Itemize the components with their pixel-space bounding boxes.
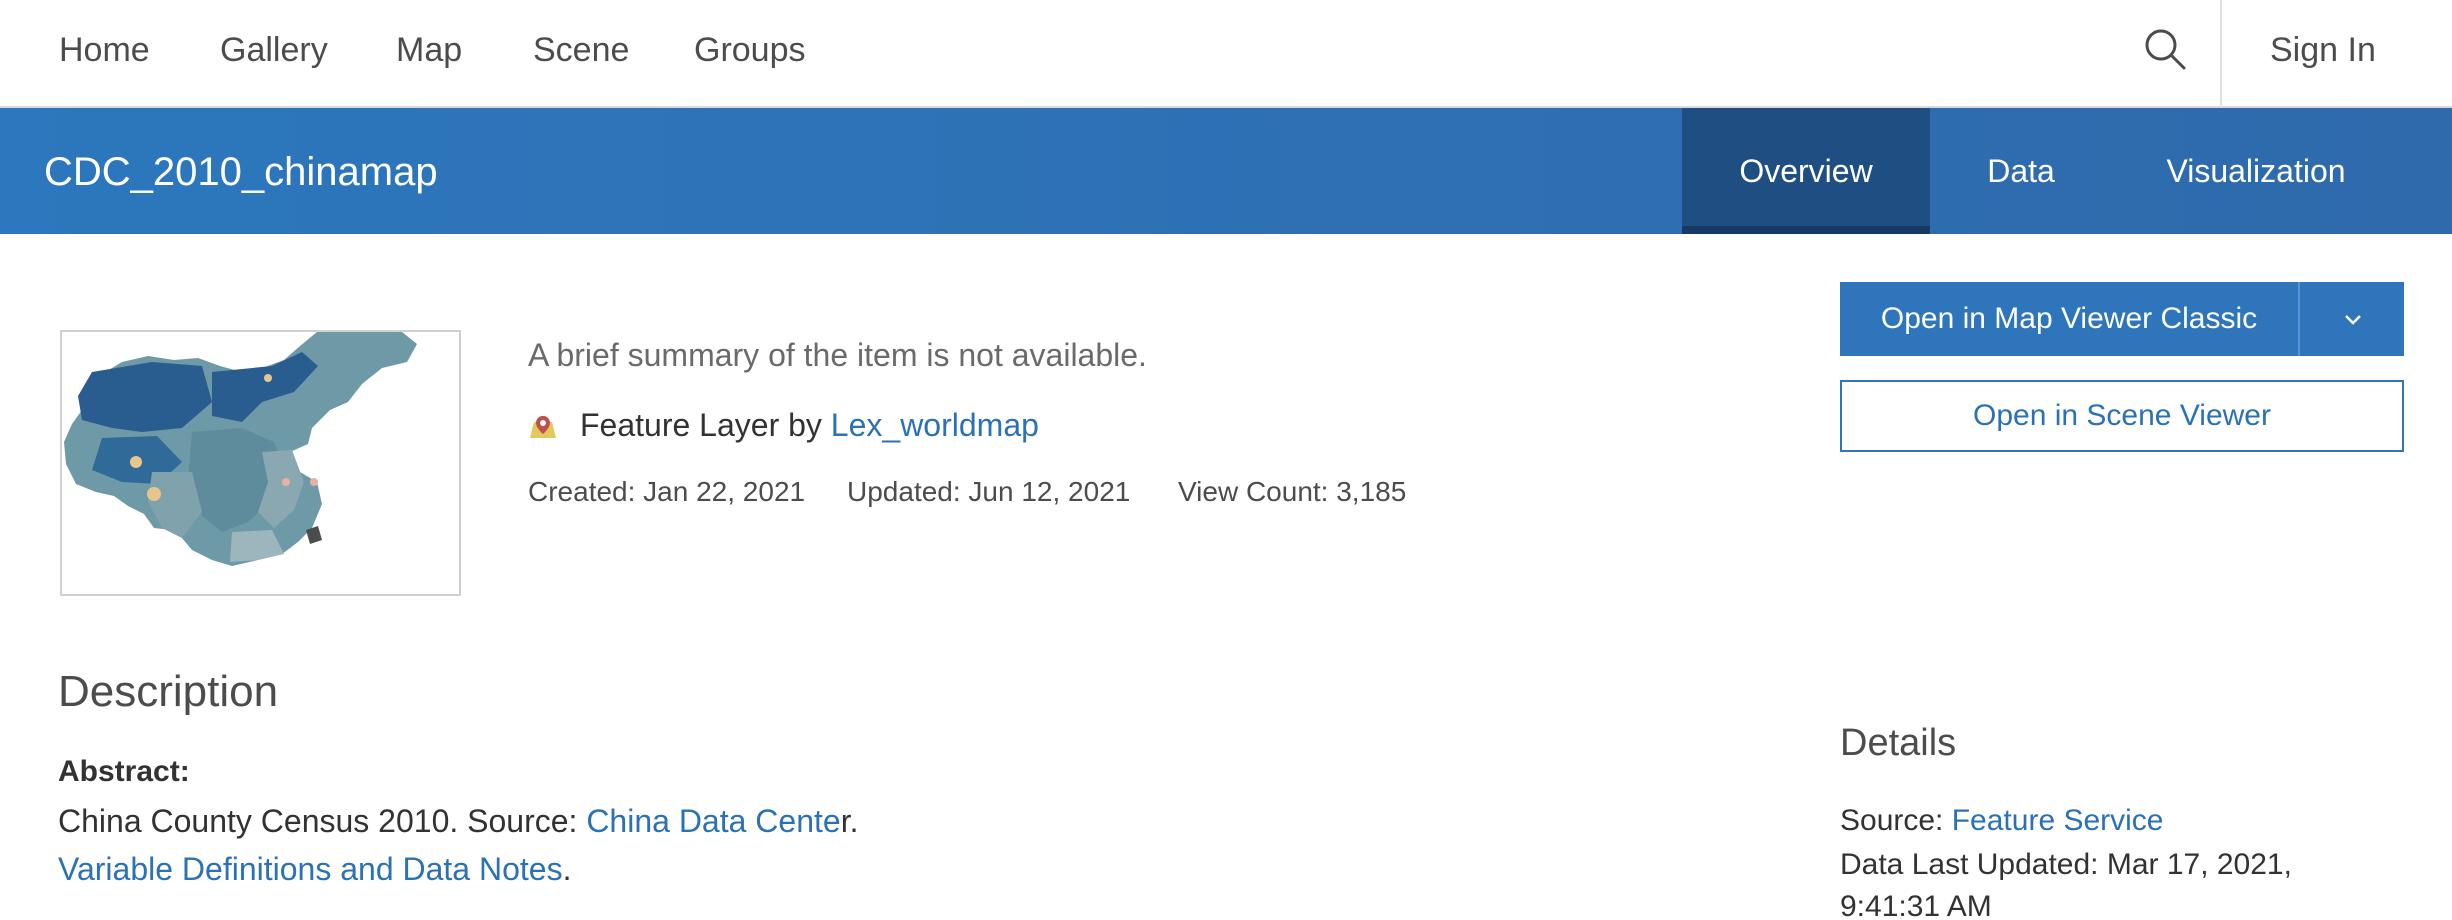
chevron-down-icon: [2345, 315, 2361, 325]
created-date: Created: Jan 22, 2021: [528, 476, 806, 507]
feature-layer-icon: [528, 410, 558, 440]
details-source: Source: Feature Service: [1840, 800, 2164, 842]
owner-link[interactable]: Lex_worldmap: [831, 404, 1039, 446]
data-last-updated: Data Last Updated: Mar 17, 2021, 9:41:31…: [1840, 848, 2292, 920]
abstract-text: China County Census 2010. Source: China …: [58, 800, 858, 842]
details-heading: Details: [1840, 722, 1957, 764]
item-header: CDC_2010_chinamap Overview Data Visualiz…: [0, 108, 2452, 234]
open-scene-viewer-button[interactable]: Open in Scene Viewer: [1840, 380, 2404, 452]
sign-in-link[interactable]: Sign In: [2270, 28, 2376, 72]
variable-definitions-link[interactable]: Variable Definitions and Data Notes: [58, 851, 563, 887]
nav-map[interactable]: Map: [396, 28, 462, 72]
tab-visualization[interactable]: Visualization: [2140, 108, 2372, 234]
abstract-body: China County Census 2010. Source:: [58, 803, 587, 839]
abstract-suffix: r.: [840, 803, 859, 839]
nav-home[interactable]: Home: [59, 28, 150, 72]
item-title: CDC_2010_chinamap: [44, 150, 438, 194]
description-heading: Description: [58, 667, 279, 716]
item-type-line: Feature Layer by Lex_worldmap: [528, 404, 1039, 446]
tab-data[interactable]: Data: [1946, 108, 2096, 234]
nav-groups[interactable]: Groups: [694, 28, 806, 72]
updated-date: Updated: Jun 12, 2021: [847, 476, 1131, 507]
item-type-label: Feature Layer by: [580, 407, 822, 443]
search-icon[interactable]: [2142, 26, 2190, 74]
open-map-viewer-button[interactable]: Open in Map Viewer Classic: [1840, 282, 2298, 356]
variable-definitions-line: Variable Definitions and Data Notes.: [58, 848, 571, 890]
variable-suffix: .: [562, 851, 572, 887]
top-navigation: Home Gallery Map Scene Groups Sign In: [0, 0, 2452, 108]
view-count: View Count: 3,185: [1178, 476, 1407, 507]
nav-divider: [2220, 0, 2222, 108]
details-source-label: Source:: [1840, 804, 1952, 837]
item-thumbnail: [60, 330, 461, 596]
tab-overview[interactable]: Overview: [1682, 108, 1930, 234]
open-options-dropdown[interactable]: [2298, 282, 2404, 356]
nav-gallery[interactable]: Gallery: [220, 28, 328, 72]
item-summary: A brief summary of the item is not avail…: [528, 337, 1147, 373]
feature-service-link[interactable]: Feature Service: [1952, 804, 2164, 837]
nav-scene[interactable]: Scene: [533, 28, 629, 72]
china-data-center-link[interactable]: China Data Cente: [586, 803, 840, 839]
abstract-label: Abstract:: [58, 755, 190, 788]
